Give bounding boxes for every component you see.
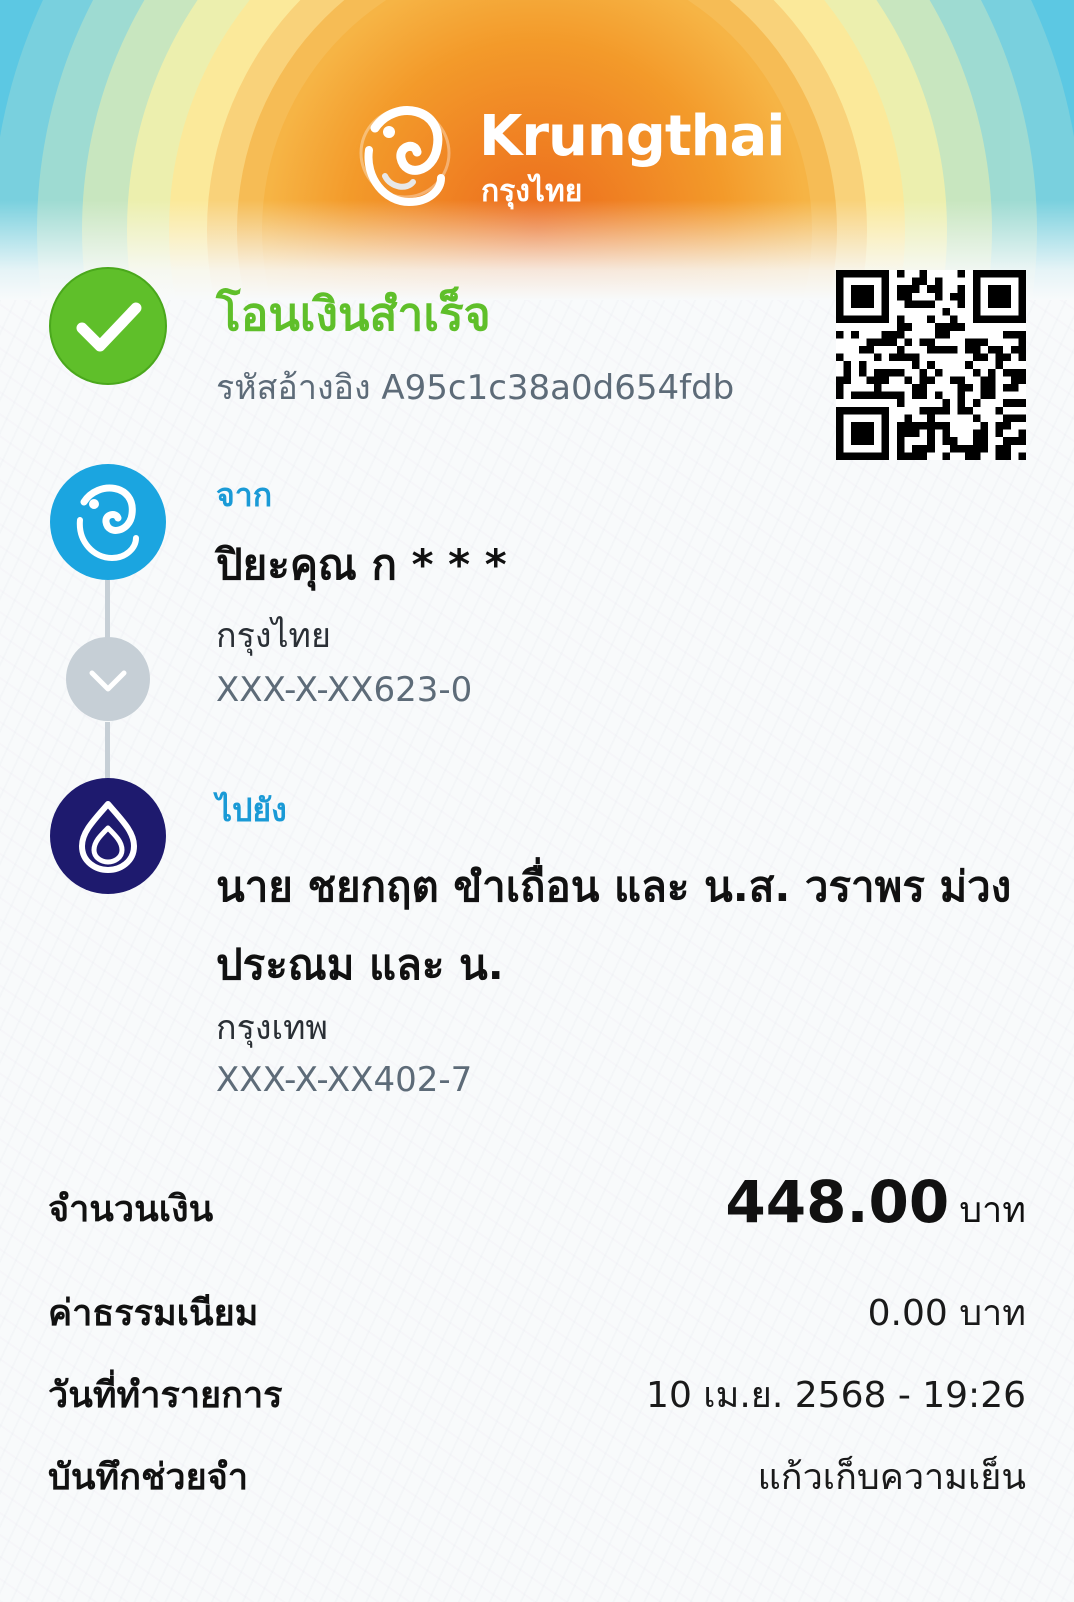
status-title: โอนเงินสำเร็จ: [216, 287, 491, 341]
chevron-down-icon: [66, 637, 150, 721]
memo-value: แก้วเก็บความเย็น: [757, 1457, 1026, 1498]
date-label: วันที่ทำรายการ: [48, 1375, 283, 1416]
header-banner: Krungthai กรุงไทย: [0, 0, 1074, 300]
amount-value: 448.00: [725, 1168, 950, 1236]
reference-number: รหัสอ้างอิง A95c1c38a0d654fdb: [216, 368, 735, 408]
krungthai-logo: Krungthai กรุงไทย: [345, 98, 785, 218]
amount: 448.00 บาท: [725, 1168, 1026, 1238]
date-value: 10 เม.ย. 2568 - 19:26: [646, 1375, 1026, 1416]
to-label: ไปยัง: [216, 791, 287, 829]
krungthai-logo-icon: [50, 464, 166, 580]
connector-line: [105, 722, 110, 780]
brand-name: Krungthai: [479, 104, 785, 169]
brand-name-thai: กรุงไทย: [481, 174, 583, 209]
amount-unit: บาท: [959, 1190, 1026, 1231]
from-label: จาก: [216, 476, 273, 514]
recipient-account: XXX-X-XX402-7: [216, 1060, 473, 1100]
transfer-slip: Krungthai กรุงไทย โอนเงินสำเร็จ รหัสอ้าง…: [0, 0, 1074, 1602]
fee-value: 0.00 บาท: [867, 1293, 1026, 1334]
recipient-name: นาย ชยกฤต ขำเถื่อน และ น.ส. วราพร ม่วงปร…: [216, 862, 1012, 989]
krungthai-bird-icon: [359, 106, 451, 207]
sender-account: XXX-X-XX623-0: [216, 670, 473, 710]
recipient-bank: กรุงเทพ: [216, 1008, 328, 1048]
bangkok-bank-logo-icon: [50, 778, 166, 894]
amount-label: จำนวนเงิน: [48, 1189, 214, 1230]
check-icon: [49, 267, 167, 385]
qr-code: [836, 270, 1026, 460]
sender-name: ปิยะคุณ ก * * *: [216, 540, 507, 589]
memo-label: บันทึกช่วยจำ: [48, 1457, 249, 1498]
fee-label: ค่าธรรมเนียม: [48, 1293, 259, 1334]
sender-bank: กรุงไทย: [216, 616, 331, 656]
connector-line: [105, 580, 110, 640]
